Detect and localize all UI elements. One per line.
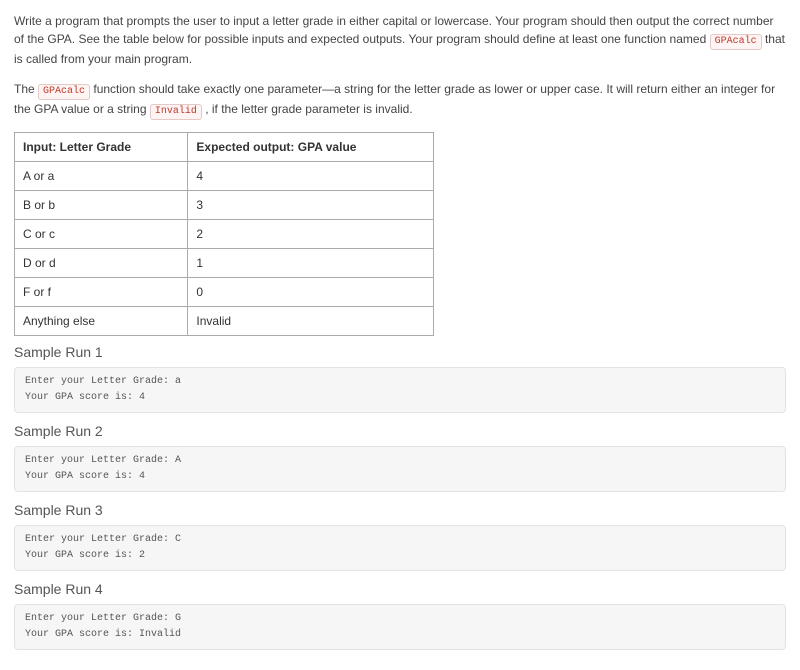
table-header-row: Input: Letter Grade Expected output: GPA… [15, 133, 434, 162]
sample-output-box: Enter your Letter Grade: C Your GPA scor… [14, 525, 786, 571]
table-cell-input: C or c [15, 220, 188, 249]
sample-run-1: Sample Run 1 Enter your Letter Grade: a … [14, 342, 786, 413]
table-row: B or b 3 [15, 191, 434, 220]
table-cell-output: Invalid [188, 307, 434, 336]
table-cell-output: 3 [188, 191, 434, 220]
table-row: A or a 4 [15, 162, 434, 191]
para2-text-seg1: The [14, 82, 38, 96]
table-header-output: Expected output: GPA value [188, 133, 434, 162]
sample-heading: Sample Run 4 [14, 579, 786, 600]
sample-run-3: Sample Run 3 Enter your Letter Grade: C … [14, 500, 786, 571]
table-row: F or f 0 [15, 278, 434, 307]
intro-paragraph-2: The GPAcalc function should take exactly… [14, 80, 786, 120]
sample-run-4: Sample Run 4 Enter your Letter Grade: G … [14, 579, 786, 650]
grade-table: Input: Letter Grade Expected output: GPA… [14, 132, 434, 336]
sample-run-2: Sample Run 2 Enter your Letter Grade: A … [14, 421, 786, 492]
para1-text-seg1: Write a program that prompts the user to… [14, 14, 774, 46]
sample-output-box: Enter your Letter Grade: a Your GPA scor… [14, 367, 786, 413]
code-chip-gpacalc-2: GPAcalc [38, 84, 90, 100]
sample-heading: Sample Run 3 [14, 500, 786, 521]
code-chip-invalid: Invalid [150, 104, 202, 120]
table-cell-output: 1 [188, 249, 434, 278]
sample-heading: Sample Run 2 [14, 421, 786, 442]
table-cell-input: B or b [15, 191, 188, 220]
table-row: Anything else Invalid [15, 307, 434, 336]
table-cell-input: A or a [15, 162, 188, 191]
sample-output-box: Enter your Letter Grade: G Your GPA scor… [14, 604, 786, 650]
para2-text-seg3: , if the letter grade parameter is inval… [205, 102, 412, 116]
code-chip-gpacalc: GPAcalc [710, 34, 762, 50]
intro-paragraph-1: Write a program that prompts the user to… [14, 12, 786, 68]
sample-output-box: Enter your Letter Grade: A Your GPA scor… [14, 446, 786, 492]
table-cell-output: 4 [188, 162, 434, 191]
table-row: C or c 2 [15, 220, 434, 249]
sample-heading: Sample Run 1 [14, 342, 786, 363]
table-cell-input: Anything else [15, 307, 188, 336]
table-cell-input: F or f [15, 278, 188, 307]
table-cell-output: 0 [188, 278, 434, 307]
table-cell-output: 2 [188, 220, 434, 249]
table-cell-input: D or d [15, 249, 188, 278]
table-header-input: Input: Letter Grade [15, 133, 188, 162]
table-row: D or d 1 [15, 249, 434, 278]
